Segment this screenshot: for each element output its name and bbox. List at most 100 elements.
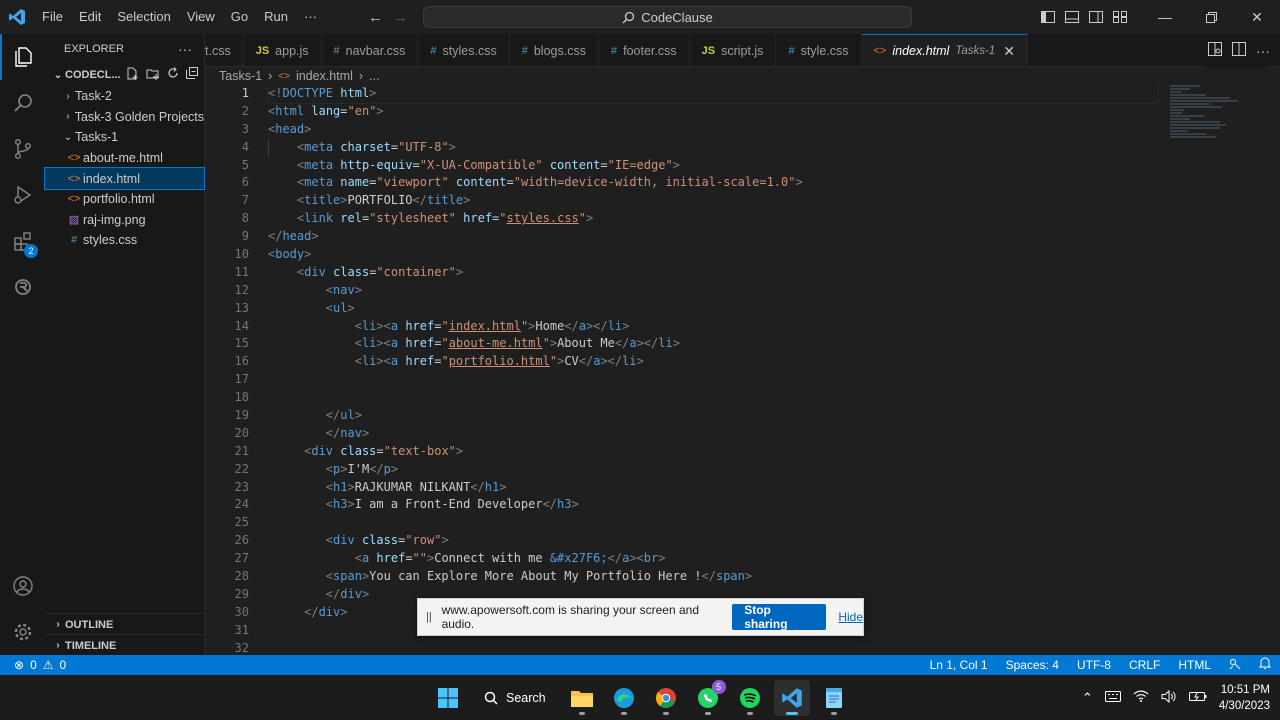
open-preview-icon[interactable] [1208, 42, 1222, 59]
folder-item[interactable]: › Task-3 Golden Projects [45, 107, 204, 128]
feedback-icon[interactable] [1220, 658, 1250, 673]
code-line[interactable] [268, 514, 1168, 532]
code-line[interactable]: <div class="row"> [268, 532, 1168, 550]
new-file-icon[interactable] [126, 67, 139, 83]
menu-item[interactable]: File [34, 0, 71, 34]
code-line[interactable]: <nav> [268, 282, 1168, 300]
collapse-all-icon[interactable] [186, 67, 198, 83]
indentation[interactable]: Spaces: 4 [997, 658, 1068, 672]
menu-item[interactable]: Edit [71, 0, 109, 34]
end-of-line[interactable]: CRLF [1120, 658, 1169, 672]
menu-item[interactable]: ··· [296, 0, 325, 34]
file-item[interactable]: ▨ raj-img.png [45, 210, 204, 231]
code-line[interactable]: <li><a href="portfolio.html">CV</a></li> [268, 353, 1168, 371]
new-folder-icon[interactable] [146, 67, 160, 83]
language-mode[interactable]: HTML [1169, 658, 1220, 672]
toggle-secondary-sidebar-icon[interactable] [1084, 0, 1108, 34]
search-view-icon[interactable] [0, 80, 45, 126]
code-line[interactable]: <title>PORTFOLIO</title> [268, 192, 1168, 210]
forward-arrow-icon[interactable]: → [393, 9, 408, 26]
command-center-search[interactable]: CodeClause [423, 6, 912, 28]
workspace-root[interactable]: ⌄ CODECL... [45, 64, 204, 86]
folder-item[interactable]: ⌄ Tasks-1 [45, 127, 204, 148]
code-line[interactable]: <h1>RAJKUMAR NILKANT</h1> [268, 479, 1168, 497]
toggle-panel-icon[interactable] [1060, 0, 1084, 34]
accounts-icon[interactable] [0, 563, 45, 609]
close-window-icon[interactable]: ✕ [1234, 0, 1280, 34]
volume-icon[interactable] [1161, 689, 1177, 706]
split-editor-icon[interactable] [1232, 42, 1246, 59]
code-line[interactable]: <li><a href="about-me.html">About Me</a>… [268, 335, 1168, 353]
minimize-icon[interactable]: — [1142, 0, 1188, 34]
minimap[interactable] [1170, 85, 1240, 155]
tab-blogs-css[interactable]: # blogs.css [510, 34, 599, 66]
code-line[interactable]: <p>I'M</p> [268, 461, 1168, 479]
more-actions-icon[interactable]: ··· [1256, 43, 1270, 59]
wifi-icon[interactable] [1133, 690, 1149, 705]
tab-app-js[interactable]: JS app.js [244, 34, 322, 66]
taskbar-search-button[interactable]: Search [472, 681, 558, 715]
chrome-browser-icon[interactable] [648, 680, 684, 716]
code-line[interactable]: </ul> [268, 407, 1168, 425]
code-line[interactable]: <ul> [268, 300, 1168, 318]
code-line[interactable]: <li><a href="index.html">Home</a></li> [268, 318, 1168, 336]
code-line[interactable]: <div class="container"> [268, 264, 1168, 282]
code-line[interactable]: <meta http-equiv="X-UA-Compatible" conte… [268, 157, 1168, 175]
code-line[interactable]: <body> [268, 246, 1168, 264]
run-debug-icon[interactable] [0, 172, 45, 218]
customize-layout-icon[interactable] [1108, 0, 1132, 34]
spotify-icon[interactable] [732, 680, 768, 716]
cursor-position[interactable]: Ln 1, Col 1 [921, 658, 997, 672]
code-line[interactable]: </head> [268, 228, 1168, 246]
code-line[interactable]: <!DOCTYPE html> [267, 85, 1159, 104]
vscode-taskbar-icon[interactable] [773, 679, 810, 716]
code-line[interactable]: <a href="">Connect with me &#x27F6;</a><… [268, 550, 1168, 568]
tab-t-css[interactable]: t.css [205, 34, 244, 66]
menu-item[interactable]: Go [223, 0, 256, 34]
tab-footer-css[interactable]: # footer.css [599, 34, 690, 66]
file-item[interactable]: <> about-me.html [45, 148, 204, 169]
folder-item[interactable]: › Task-2 [45, 86, 204, 107]
windows-start-icon[interactable] [430, 680, 466, 716]
chevron-up-icon[interactable]: ⌃ [1082, 690, 1093, 706]
tab-styles-css[interactable]: # styles.css [418, 34, 510, 66]
whatsapp-icon[interactable]: 5 [690, 679, 726, 716]
close-tab-icon[interactable]: ✕ [1003, 43, 1015, 60]
code-line[interactable]: <div class="text-box"> [268, 443, 1168, 461]
code-line[interactable]: <meta charset="UTF-8"> [268, 139, 1168, 157]
code-lines[interactable]: <!DOCTYPE html> <html lang="en"> <head> <m… [267, 85, 1168, 655]
tab-index-html[interactable]: <> index.html Tasks-1 ✕ [861, 34, 1028, 66]
keyboard-icon[interactable] [1104, 690, 1121, 705]
tab-script-js[interactable]: JS script.js [690, 34, 777, 66]
breadcrumb-symbols[interactable]: ... [369, 69, 379, 83]
toggle-primary-sidebar-icon[interactable] [1036, 0, 1060, 34]
extensions-icon[interactable]: 2 [0, 218, 45, 264]
code-line[interactable]: <span>You can Explore More About My Port… [268, 568, 1168, 586]
edge-browser-icon[interactable] [606, 680, 642, 716]
code-line[interactable] [268, 389, 1168, 407]
back-arrow-icon[interactable]: ← [368, 9, 383, 26]
code-line[interactable] [268, 640, 1168, 655]
stop-sharing-button[interactable]: Stop sharing [732, 603, 827, 631]
code-line[interactable]: <h3>I am a Front-End Developer</h3> [268, 496, 1168, 514]
source-control-icon[interactable] [0, 126, 45, 172]
menu-item[interactable]: Selection [109, 0, 178, 34]
code-line[interactable]: <link rel="stylesheet" href="styles.css"… [268, 210, 1168, 228]
manage-gear-icon[interactable] [0, 609, 45, 655]
battery-icon[interactable] [1188, 690, 1207, 705]
refresh-icon[interactable] [167, 67, 179, 83]
file-item[interactable]: <> portfolio.html [45, 189, 204, 210]
problems-indicator[interactable]: ⊗ 0 ⚠ 0 [0, 658, 66, 672]
more-actions-icon[interactable]: ··· [178, 41, 192, 57]
code-line[interactable]: <head> [268, 121, 1168, 139]
file-item[interactable]: <> index.html [44, 167, 205, 190]
code-line[interactable]: </nav> [268, 425, 1168, 443]
outline-section[interactable]: › OUTLINE [45, 613, 205, 635]
tab-navbar-css[interactable]: # navbar.css [322, 34, 419, 66]
restore-icon[interactable] [1188, 0, 1234, 34]
code-line[interactable]: <meta name="viewport" content="width=dev… [268, 174, 1168, 192]
encoding[interactable]: UTF-8 [1068, 658, 1120, 672]
code-line[interactable]: <html lang="en"> [268, 103, 1168, 121]
hide-link[interactable]: Hide [838, 610, 863, 624]
file-explorer-icon[interactable] [564, 680, 600, 716]
